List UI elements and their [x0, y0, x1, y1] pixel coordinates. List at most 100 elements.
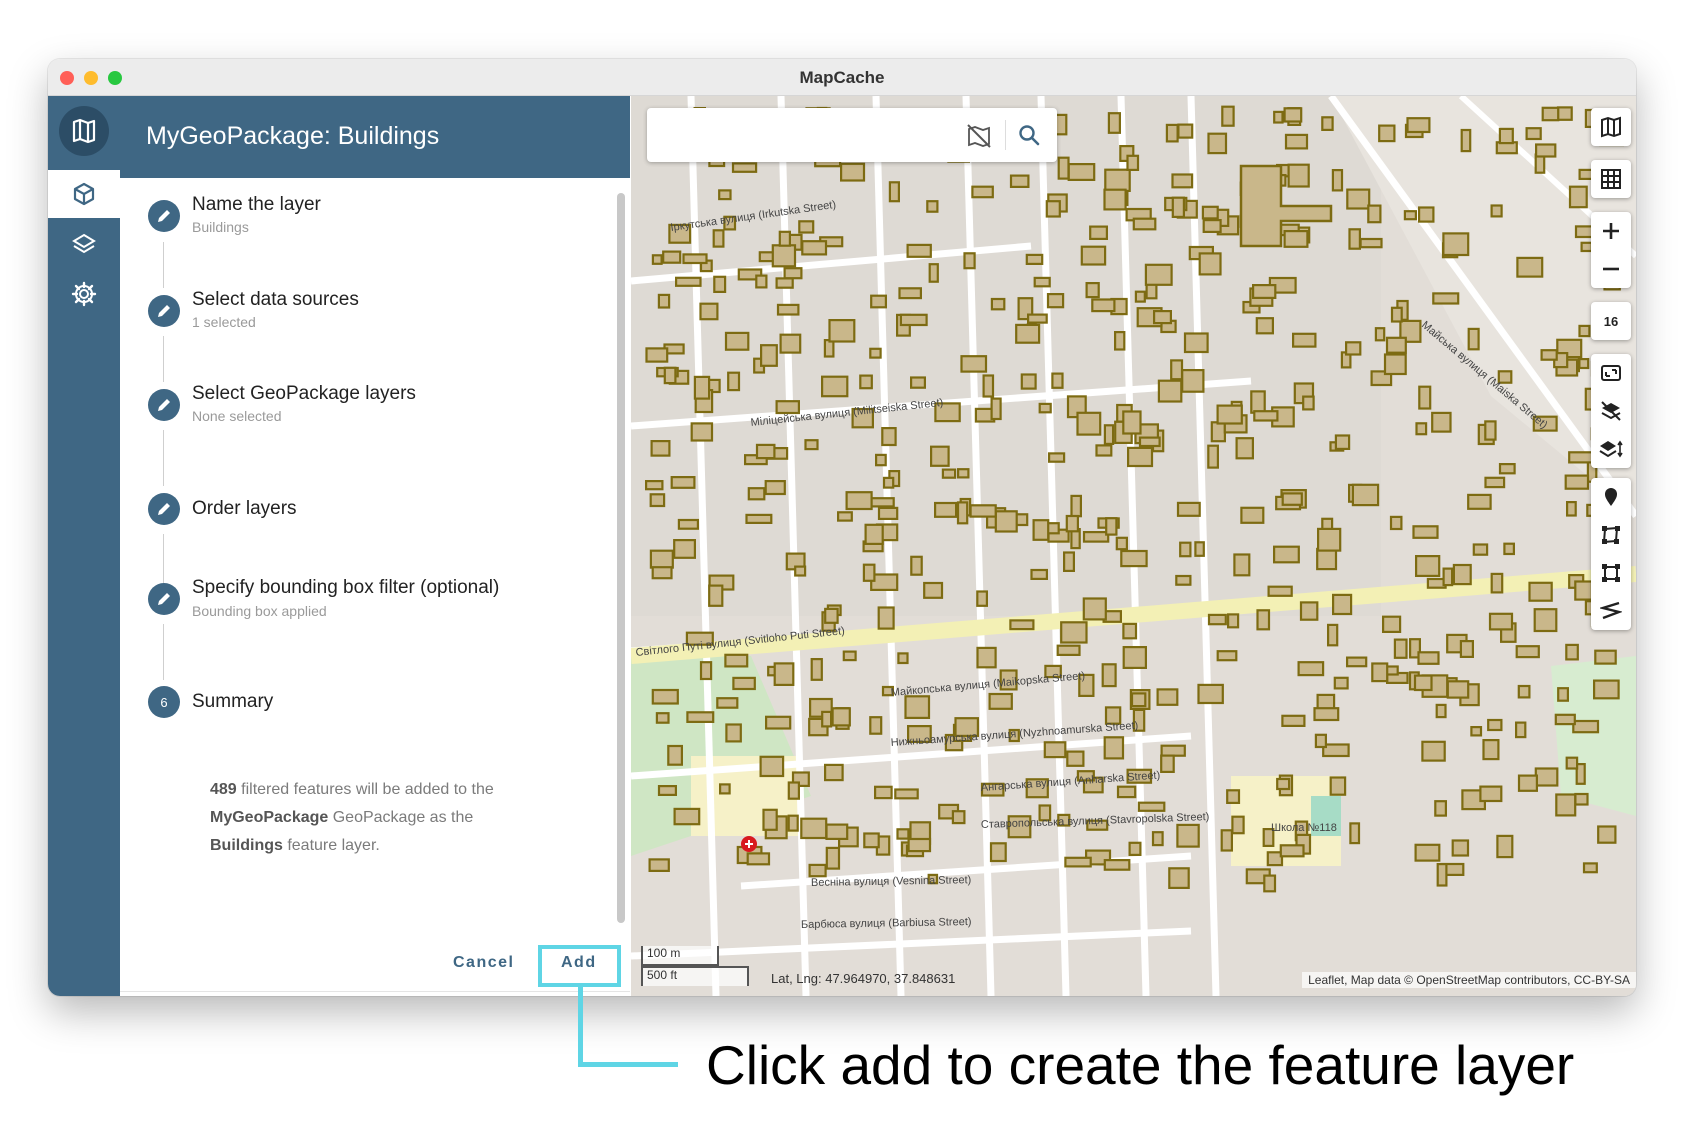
building-feature[interactable]	[994, 510, 1018, 533]
building-feature[interactable]	[825, 846, 841, 870]
map-tiles[interactable]: Іркутська вулиця (Irkutska Street)Міліце…	[631, 96, 1636, 996]
building-feature[interactable]	[863, 832, 880, 849]
drawing-controls[interactable]	[1591, 478, 1631, 630]
building-feature[interactable]	[1503, 542, 1516, 556]
building-feature[interactable]	[971, 185, 994, 199]
building-feature[interactable]	[1226, 789, 1241, 804]
building-feature[interactable]	[747, 487, 766, 501]
building-feature[interactable]	[1076, 411, 1102, 436]
step-2-edit-button[interactable]	[148, 295, 180, 327]
step-2-title[interactable]: Select data sources	[192, 289, 359, 311]
building-feature[interactable]	[1027, 313, 1048, 324]
building-feature[interactable]	[1414, 555, 1441, 578]
building-feature[interactable]	[828, 319, 856, 343]
building-feature[interactable]	[1496, 834, 1514, 859]
building-feature[interactable]	[1030, 568, 1048, 580]
building-feature[interactable]	[877, 506, 899, 520]
building-feature[interactable]	[649, 493, 666, 508]
step-5-title[interactable]: Specify bounding box filter (optional)	[192, 577, 499, 599]
building-feature[interactable]	[1488, 612, 1514, 631]
building-feature[interactable]	[776, 303, 800, 316]
building-feature[interactable]	[1122, 645, 1148, 669]
nav-settings[interactable]	[48, 270, 120, 318]
building-feature[interactable]	[745, 513, 773, 524]
building-feature[interactable]	[1138, 436, 1161, 448]
building-feature[interactable]	[798, 220, 815, 234]
building-feature[interactable]	[1115, 536, 1128, 551]
building-feature[interactable]	[1467, 493, 1492, 510]
building-feature[interactable]	[845, 491, 873, 511]
building-feature[interactable]	[1381, 615, 1402, 634]
building-feature[interactable]	[775, 400, 801, 415]
building-feature[interactable]	[810, 657, 823, 681]
building-feature[interactable]	[951, 810, 966, 825]
building-feature[interactable]	[674, 276, 702, 287]
building-feature[interactable]	[708, 584, 724, 607]
building-feature[interactable]	[1043, 741, 1067, 759]
building-feature[interactable]	[1056, 644, 1081, 657]
building-feature[interactable]	[869, 716, 883, 735]
building-feature[interactable]	[1060, 621, 1088, 644]
building-feature[interactable]	[1137, 801, 1166, 812]
building-feature[interactable]	[904, 695, 931, 719]
building-feature[interactable]	[1020, 373, 1037, 390]
step-3-edit-button[interactable]	[148, 389, 180, 421]
map-attribution[interactable]: Leaflet, Map data © OpenStreetMap contri…	[1302, 972, 1636, 988]
step-4-title[interactable]: Order layers	[192, 498, 297, 520]
building-feature[interactable]	[1564, 474, 1590, 490]
building-feature[interactable]	[1251, 284, 1277, 300]
building-feature[interactable]	[1082, 531, 1110, 543]
building-feature[interactable]	[1114, 331, 1126, 351]
building-feature[interactable]	[1299, 601, 1319, 621]
building-feature[interactable]	[1103, 188, 1127, 211]
building-feature[interactable]	[1207, 613, 1227, 626]
building-feature[interactable]	[1048, 452, 1066, 463]
building-feature[interactable]	[1046, 293, 1065, 309]
building-feature[interactable]	[1197, 683, 1224, 705]
building-feature[interactable]	[1179, 541, 1192, 558]
building-feature[interactable]	[779, 333, 802, 354]
building-feature[interactable]	[928, 263, 939, 283]
building-feature[interactable]	[1517, 774, 1538, 792]
building-feature[interactable]	[1144, 263, 1173, 286]
building-feature[interactable]	[670, 476, 696, 489]
building-feature[interactable]	[1314, 733, 1328, 749]
building-feature[interactable]	[1331, 168, 1344, 192]
building-feature[interactable]	[765, 715, 792, 730]
building-feature[interactable]	[882, 476, 895, 489]
building-feature[interactable]	[1085, 282, 1100, 299]
building-feature[interactable]	[1383, 353, 1407, 376]
building-feature[interactable]	[649, 549, 674, 569]
step-3-title[interactable]: Select GeoPackage layers	[192, 383, 416, 405]
building-feature[interactable]	[1051, 372, 1064, 389]
building-feature[interactable]	[910, 555, 923, 576]
building-feature[interactable]	[1574, 792, 1589, 806]
building-feature[interactable]	[897, 652, 909, 665]
zoom-control[interactable]	[1591, 212, 1631, 288]
draw-line-button[interactable]	[1591, 592, 1631, 630]
building-feature[interactable]	[1452, 563, 1472, 586]
building-feature[interactable]	[1080, 245, 1107, 266]
building-feature[interactable]	[1578, 324, 1591, 338]
building-feature[interactable]	[1490, 204, 1503, 218]
building-feature[interactable]	[686, 711, 715, 723]
app-logo[interactable]	[59, 106, 109, 156]
building-feature[interactable]	[1183, 332, 1209, 354]
building-feature[interactable]	[1210, 421, 1226, 443]
building-feature[interactable]	[655, 712, 670, 724]
building-feature[interactable]	[783, 267, 803, 280]
building-feature[interactable]	[1101, 663, 1117, 688]
building-feature[interactable]	[1281, 714, 1306, 727]
building-feature[interactable]	[1281, 492, 1303, 506]
nav-geopackage[interactable]	[48, 170, 120, 218]
building-feature[interactable]	[969, 504, 997, 518]
building-feature[interactable]	[1592, 679, 1620, 700]
building-feature[interactable]	[988, 692, 1013, 710]
draw-point-button[interactable]	[1591, 478, 1631, 516]
search-icon[interactable]	[1017, 123, 1041, 147]
draw-rectangle-button[interactable]	[1591, 554, 1631, 592]
building-feature[interactable]	[1479, 785, 1503, 803]
building-feature[interactable]	[1279, 844, 1305, 858]
building-feature[interactable]	[1351, 483, 1380, 507]
building-feature[interactable]	[896, 828, 910, 840]
